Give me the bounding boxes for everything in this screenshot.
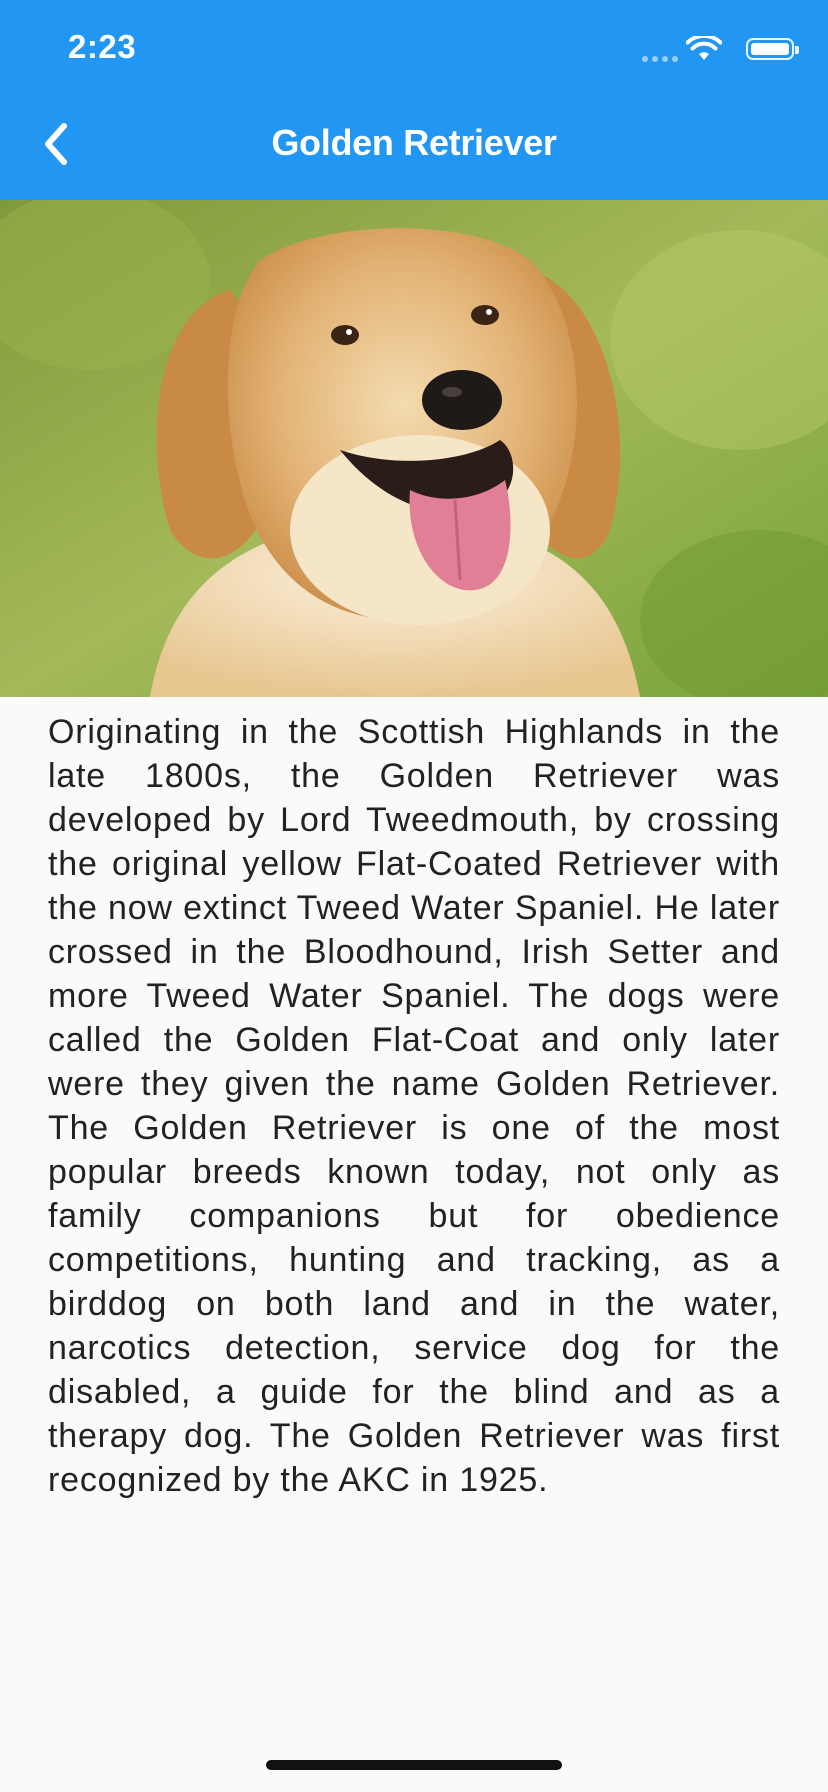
cellular-signal-icon bbox=[642, 56, 678, 62]
home-indicator[interactable] bbox=[266, 1760, 562, 1770]
battery-icon bbox=[746, 38, 799, 60]
dog-photo bbox=[0, 200, 828, 697]
breed-description: Originating in the Scottish Highlands in… bbox=[48, 713, 780, 1499]
wifi-icon bbox=[686, 36, 722, 60]
app-bar: 2:23 Golden Retriever bbox=[0, 0, 828, 200]
status-time: 2:23 bbox=[68, 28, 137, 65]
page-title: Golden Retriever bbox=[271, 122, 557, 163]
